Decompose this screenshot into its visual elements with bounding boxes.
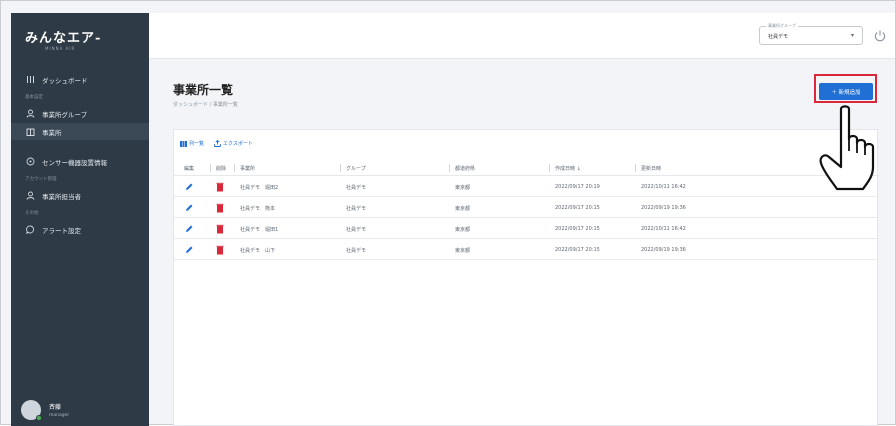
cell-prefecture: 東京都 (455, 248, 471, 254)
cell-group: 社員デモ (346, 227, 367, 233)
user-group-icon (25, 109, 35, 119)
columns-button[interactable]: 列一覧 (180, 140, 204, 147)
pencil-icon[interactable] (184, 245, 194, 255)
cell-office: 社員デモ 山下 (240, 248, 276, 254)
header-edit[interactable]: 編集 (184, 165, 194, 172)
highlight-box (814, 74, 877, 103)
user-profile[interactable]: 斉藤 manager (21, 400, 70, 421)
export-button[interactable]: エクスポート (214, 140, 253, 147)
cell-created: 2022/09/17 20:15 (555, 247, 600, 253)
header-created[interactable]: 作成日時 ↓ (549, 164, 581, 172)
group-select-label: 事業所グループ (766, 23, 798, 29)
cell-office: 社員デモ 堀田1 (240, 227, 279, 233)
cell-updated: 2022/09/19 19:36 (641, 247, 686, 253)
person-icon (25, 191, 35, 201)
cell-created: 2022/09/17 20:15 (555, 226, 600, 232)
sidebar-item-label: 事業所担当者 (42, 192, 81, 201)
cell-updated: 2022/09/19 19:36 (641, 205, 686, 211)
group-select[interactable]: 事業所グループ 社員デモ ▾ (759, 23, 863, 45)
cell-updated: 2022/10/11 16:42 (641, 226, 686, 232)
cell-prefecture: 東京都 (455, 206, 471, 212)
page-title: 事業所一覧 (173, 83, 234, 97)
trash-icon[interactable] (216, 245, 224, 255)
nav-section-other: その他 (25, 211, 39, 216)
app-logo-subtitle: MINNA AIR (45, 46, 76, 51)
export-icon (214, 140, 221, 147)
table-row: 社員デモ 山下 社員デモ 東京都 2022/09/17 20:15 2022/0… (174, 239, 879, 260)
trash-icon[interactable] (216, 203, 224, 213)
chevron-down-icon: ▾ (850, 32, 854, 39)
cell-prefecture: 東京都 (455, 227, 471, 233)
top-bar: 事業所グループ 社員デモ ▾ (149, 13, 895, 59)
sidebar-item-office-manager[interactable]: 事業所担当者 (11, 187, 149, 204)
pointing-hand-icon (819, 105, 875, 191)
nav-section-basic: 基本設定 (25, 95, 43, 100)
sidebar-item-alert-settings[interactable]: アラート設定 (11, 221, 149, 238)
header-office[interactable]: 事業所 (233, 164, 255, 172)
nav-section-account: アカウント管理 (25, 177, 57, 182)
header-prefecture[interactable]: 都道府県 (448, 164, 475, 172)
group-select-value: 社員デモ (768, 34, 789, 40)
user-role: manager (49, 413, 70, 418)
header-group[interactable]: グループ (340, 164, 366, 172)
cell-office: 社員デモ 堀田2 (240, 185, 279, 191)
header-updated[interactable]: 更新日時 (634, 164, 661, 172)
sidebar-item-label: 事業所グループ (42, 110, 88, 119)
pencil-icon[interactable] (184, 203, 194, 213)
main-content: 事業所一覧 ダッシュボード / 事業所一覧 ＋ 新規追加 列一覧 エクスポート … (149, 59, 895, 426)
online-status-dot (36, 415, 42, 421)
breadcrumb[interactable]: ダッシュボード / 事業所一覧 (173, 101, 238, 108)
sidebar-item-office[interactable]: 事業所 (11, 123, 149, 140)
sidebar-item-dashboard[interactable]: ダッシュボード (11, 71, 149, 88)
columns-icon (180, 140, 187, 147)
office-table-card: 列一覧 エクスポート 編集 削除 事業所 グループ 都道府県 作成日時 ↓ 更新… (173, 129, 879, 426)
cell-group: 社員デモ (346, 248, 367, 254)
header-delete[interactable]: 削除 (209, 164, 226, 172)
app-logo: みんなエア- (25, 31, 102, 46)
sidebar-item-office-group[interactable]: 事業所グループ (11, 105, 149, 122)
trash-icon[interactable] (216, 224, 224, 234)
sidebar-item-sensor[interactable]: センサー機器設置情報 (11, 153, 149, 170)
columns-label: 列一覧 (189, 141, 205, 147)
power-icon[interactable] (873, 28, 887, 42)
cell-group: 社員デモ (346, 206, 367, 212)
building-icon (25, 127, 35, 137)
sensor-icon (25, 157, 35, 167)
cell-office: 社員デモ 熊本 (240, 206, 276, 212)
sidebar: みんなエア- MINNA AIR ダッシュボード 基本設定 事業所グループ 事業… (11, 13, 149, 426)
app-window: みんなエア- MINNA AIR ダッシュボード 基本設定 事業所グループ 事業… (0, 0, 896, 426)
sidebar-item-label: ダッシュボード (42, 76, 88, 85)
trash-icon[interactable] (216, 182, 224, 192)
table-row: 社員デモ 熊本 社員デモ 東京都 2022/09/17 20:15 2022/0… (174, 197, 879, 218)
cell-created: 2022/09/17 20:15 (555, 205, 600, 211)
table-row: 社員デモ 堀田1 社員デモ 東京都 2022/09/17 20:15 2022/… (174, 218, 879, 239)
cell-prefecture: 東京都 (455, 185, 471, 191)
pencil-icon[interactable] (184, 224, 194, 234)
cell-created: 2022/09/17 20:19 (555, 184, 600, 190)
avatar (21, 400, 42, 421)
chat-bubble-icon (25, 225, 35, 235)
cell-group: 社員デモ (346, 185, 367, 191)
table-header: 編集 削除 事業所 グループ 都道府県 作成日時 ↓ 更新日時 (174, 160, 879, 176)
table-row: 社員デモ 堀田2 社員デモ 東京都 2022/09/17 20:19 2022/… (174, 176, 879, 197)
pencil-icon[interactable] (184, 182, 194, 192)
user-name: 斉藤 (49, 404, 62, 411)
dashboard-icon (25, 75, 35, 85)
sidebar-item-label: センサー機器設置情報 (42, 158, 107, 167)
sidebar-item-label: 事業所 (42, 128, 62, 137)
export-label: エクスポート (223, 141, 253, 147)
cell-updated: 2022/10/11 16:42 (641, 184, 686, 190)
sidebar-item-label: アラート設定 (42, 226, 81, 235)
table-toolbar: 列一覧 エクスポート (180, 140, 253, 147)
